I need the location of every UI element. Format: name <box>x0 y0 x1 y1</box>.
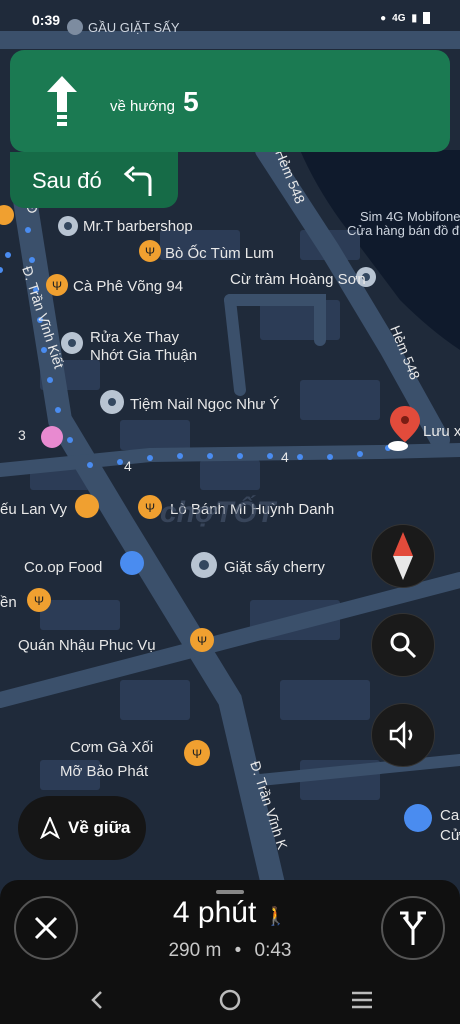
direction-text: về hướng <box>110 98 175 115</box>
poi-label: ền <box>0 594 17 611</box>
network-label: 4G <box>392 12 406 24</box>
svg-text:Ψ: Ψ <box>34 594 44 608</box>
svg-text:Ψ: Ψ <box>192 747 202 761</box>
close-icon <box>34 916 58 940</box>
back-icon[interactable] <box>91 991 102 1009</box>
status-bar: 0:39 ● 4G ▮ <box>0 0 460 40</box>
poi-label: Sim 4G Mobifone <box>360 209 460 224</box>
status-icons: ● 4G ▮ <box>380 12 430 24</box>
poi-label: Nhớt Gia Thuận <box>90 347 197 364</box>
poi-label: Lưu x <box>423 423 460 440</box>
poi-label: Cử <box>440 827 460 844</box>
sound-icon <box>389 720 413 750</box>
svg-text:Ψ: Ψ <box>145 501 155 515</box>
navigation-instruction-card[interactable] <box>10 50 450 152</box>
status-time: 0:39 <box>32 12 61 28</box>
home-icon[interactable] <box>219 989 241 1011</box>
drag-handle[interactable] <box>216 890 244 894</box>
poi-label: Quán Nhậu Phục Vụ <box>18 637 156 654</box>
exit-navigation-button[interactable] <box>14 896 78 960</box>
battery-icon <box>423 12 430 24</box>
svg-text:Ψ: Ψ <box>197 634 207 648</box>
poi-label: Giặt sấy cherry <box>224 559 325 576</box>
search-button[interactable] <box>371 613 435 677</box>
poi-label: Mỡ Bảo Phát <box>60 763 149 780</box>
search-icon <box>390 632 417 659</box>
poi-label: Tiệm Nail Ngọc Như Ý <box>130 396 280 413</box>
compass-icon <box>393 532 413 580</box>
eta-text: 4 phút <box>172 896 257 929</box>
navigation-arrow-icon <box>40 817 60 839</box>
poi-label: Co.op Food <box>24 559 102 576</box>
recenter-label: Về giữa <box>68 818 131 837</box>
navigation-direction: về hướng 5 <box>110 86 199 118</box>
poi-label: Cơm Gà Xối <box>70 739 153 756</box>
compass-button[interactable] <box>371 524 435 588</box>
poi-label: Bò Ốc Tùm Lum <box>165 244 274 262</box>
svg-text:Ψ: Ψ <box>52 279 62 293</box>
system-navigation-bar <box>0 976 460 1024</box>
poi-label: ếu Lan Vy <box>0 501 67 518</box>
recenter-button[interactable]: Về giữa <box>18 796 146 860</box>
fork-route-icon <box>400 911 426 945</box>
poi-label: Rửa Xe Thay <box>90 329 179 346</box>
turn-left-icon <box>123 166 152 196</box>
alternate-routes-button[interactable] <box>381 896 445 960</box>
watermark: chợTỐT <box>160 495 278 529</box>
road-number: 5 <box>183 86 199 117</box>
recents-icon[interactable] <box>352 991 372 1009</box>
poi-label: Cửa hàng bán đồ điện tử <box>347 223 460 238</box>
walking-icon: 🚶 <box>264 906 288 926</box>
sound-button[interactable] <box>371 703 435 767</box>
poi-label: Cừ tràm Hoàng Sơn <box>230 271 366 288</box>
location-icon: ● <box>380 12 387 24</box>
straight-arrow-icon <box>47 76 77 126</box>
signal-icon: ▮ <box>411 12 417 24</box>
svg-text:Ψ: Ψ <box>145 245 155 259</box>
road-label: 4 <box>124 458 132 474</box>
maps-navigation-screen: Ψ Ψ Ψ Ψ Ψ Ψ GẦU GIẶT SẤY Mr.T barbershop… <box>0 0 460 1024</box>
poi-label: Cà Phê Võng 94 <box>73 278 183 295</box>
distance-text: 290 m <box>168 940 222 961</box>
separator: • <box>234 940 242 961</box>
then-label: Sau đó <box>32 168 102 193</box>
road-label: 3 <box>18 427 26 443</box>
arrival-time: 0:43 <box>254 940 292 961</box>
next-turn-card[interactable]: Sau đó <box>10 152 178 208</box>
poi-label: Ca <box>440 807 460 824</box>
road-label: 4 <box>281 449 289 465</box>
poi-label: Mr.T barbershop <box>83 218 193 235</box>
